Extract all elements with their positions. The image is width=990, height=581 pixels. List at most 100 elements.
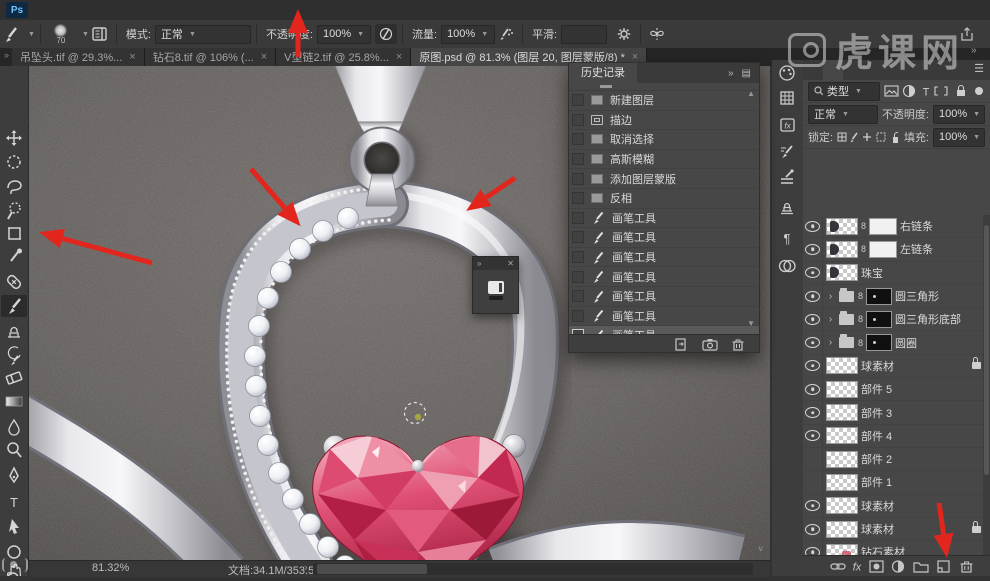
lock-pixels-icon[interactable] xyxy=(850,132,858,143)
layer-row[interactable]: 球素材 xyxy=(803,517,990,542)
history-state-row[interactable]: 取消选择 xyxy=(569,130,759,150)
menu-item[interactable] xyxy=(198,0,216,20)
history-source-checkbox[interactable] xyxy=(572,133,584,146)
history-state-row[interactable]: 描边 xyxy=(569,111,759,131)
layer-row[interactable]: › 圆三角形底部 xyxy=(803,308,990,332)
visibility-toggle[interactable] xyxy=(803,238,823,261)
panel-menu-icon[interactable]: ☰ xyxy=(968,60,990,80)
layer-row[interactable]: 部件 2 xyxy=(803,447,990,472)
opacity-select[interactable]: 100% ▼ xyxy=(317,24,371,44)
move-tool-icon[interactable] xyxy=(6,130,22,146)
marquee-tool-icon[interactable] xyxy=(7,155,21,169)
visibility-toggle[interactable] xyxy=(803,494,823,517)
filter-adjustment-layers-icon[interactable] xyxy=(903,84,916,98)
panel-collapse-icon[interactable]: » xyxy=(728,68,734,79)
visibility-toggle[interactable] xyxy=(803,541,823,556)
symmetry-icon[interactable] xyxy=(646,24,668,44)
horizontal-scrollbar[interactable] xyxy=(313,563,753,575)
lock-position-icon[interactable] xyxy=(863,133,872,141)
toggle-brush-panel-icon[interactable] xyxy=(89,24,111,44)
menu-item[interactable] xyxy=(144,0,162,20)
dock-collapse-icon[interactable]: » xyxy=(971,45,977,56)
smoothing-field[interactable] xyxy=(561,24,608,44)
zoom-level[interactable]: 81.32% xyxy=(92,562,129,574)
scroll-up-icon[interactable]: ▲ xyxy=(747,89,755,98)
layer-name[interactable]: 圆三角形底部 xyxy=(895,311,961,327)
quick-select-tool-icon[interactable] xyxy=(7,202,21,220)
history-source-checkbox[interactable] xyxy=(572,309,584,322)
lasso-tool-icon[interactable] xyxy=(7,180,22,195)
menu-item[interactable] xyxy=(90,0,108,20)
menu-item[interactable] xyxy=(72,0,90,20)
gradient-tool-icon[interactable] xyxy=(5,396,23,407)
mask-link-icon[interactable] xyxy=(861,243,866,255)
panel-thumbnail-icon[interactable] xyxy=(487,280,504,294)
blend-mode-select[interactable]: 正常 ▼ xyxy=(154,24,251,44)
history-panel-tab[interactable]: 历史记录 xyxy=(569,63,637,83)
layer-mask-thumbnail[interactable] xyxy=(866,287,893,305)
expand-arrow-icon[interactable]: › xyxy=(826,291,835,302)
layer-blend-mode-select[interactable]: 正常 ▼ xyxy=(808,104,878,124)
delete-state-icon[interactable] xyxy=(731,337,745,351)
layer-thumbnail[interactable] xyxy=(826,380,858,398)
history-source-checkbox[interactable] xyxy=(572,172,584,185)
layer-name[interactable]: 球素材 xyxy=(861,498,894,514)
layer-row[interactable]: 钻石素材 xyxy=(803,541,990,556)
layer-row[interactable]: 球素材 xyxy=(803,494,990,518)
canvas-scroll-down-icon[interactable]: ˅ xyxy=(758,544,770,558)
menu-item[interactable] xyxy=(216,0,234,20)
layer-name[interactable]: 部件 3 xyxy=(861,405,892,421)
mask-link-icon[interactable] xyxy=(858,313,863,325)
layer-mask-thumbnail[interactable] xyxy=(866,334,893,352)
layer-name[interactable]: 球素材 xyxy=(861,358,894,374)
new-snapshot-icon[interactable] xyxy=(702,337,718,351)
layer-row[interactable]: 右链条 xyxy=(803,215,990,239)
layer-row[interactable]: 部件 1 xyxy=(803,471,990,495)
crop-tool-icon[interactable] xyxy=(8,227,21,240)
close-icon[interactable]: ✕ xyxy=(507,259,514,268)
visibility-toggle[interactable] xyxy=(803,354,823,378)
layer-thumbnail[interactable] xyxy=(826,404,858,422)
eyedropper-tool-icon[interactable] xyxy=(10,248,22,262)
healing-brush-tool-icon[interactable] xyxy=(6,274,22,290)
mask-link-icon[interactable] xyxy=(861,220,866,232)
brush-settings-panel-icon[interactable] xyxy=(781,145,793,159)
tab-close-icon[interactable]: × xyxy=(261,51,267,63)
visibility-toggle[interactable] xyxy=(803,215,823,238)
layer-thumbnail[interactable] xyxy=(826,357,858,375)
link-layers-icon[interactable] xyxy=(830,563,846,570)
history-source-checkbox[interactable] xyxy=(572,290,584,303)
history-state-row[interactable]: 画笔工具 xyxy=(569,287,759,307)
scrollbar-thumb[interactable] xyxy=(317,564,427,574)
expand-arrow-icon[interactable]: › xyxy=(826,314,835,325)
dodge-tool-icon[interactable] xyxy=(7,442,22,458)
history-state-row[interactable]: 添加图层蒙版 xyxy=(569,169,759,189)
tab-close-icon[interactable]: × xyxy=(396,51,402,63)
pen-tool-icon[interactable] xyxy=(9,466,19,484)
document-tab[interactable]: V型链2.tif @ 25.8%... × xyxy=(276,48,412,66)
layer-name[interactable]: 部件 2 xyxy=(861,451,892,467)
layer-name[interactable]: 右链条 xyxy=(900,218,933,234)
panel-tab[interactable] xyxy=(843,60,863,80)
adjustment-layer-icon[interactable] xyxy=(891,560,905,573)
eraser-tool-icon[interactable] xyxy=(5,371,23,385)
add-mask-icon[interactable] xyxy=(869,560,884,573)
layer-row[interactable]: › 圆三角形 xyxy=(803,284,990,309)
libraries-panel-icon[interactable] xyxy=(778,259,796,273)
layer-name[interactable]: 部件 1 xyxy=(861,474,892,490)
new-group-icon[interactable] xyxy=(913,562,929,573)
layer-mask-thumbnail[interactable] xyxy=(869,217,898,235)
layer-row[interactable]: 珠宝 xyxy=(803,261,990,285)
scroll-down-icon[interactable]: ▼ xyxy=(747,319,755,328)
status-expand-icon[interactable]: › xyxy=(304,562,308,574)
layer-row[interactable]: 部件 3 xyxy=(803,401,990,425)
layer-name[interactable]: 部件 5 xyxy=(861,381,892,397)
layer-name[interactable]: 球素材 xyxy=(861,521,894,537)
layer-name[interactable]: 圆三角形 xyxy=(895,288,939,304)
filter-type-layers-icon[interactable]: T xyxy=(923,87,930,99)
pressure-opacity-icon[interactable] xyxy=(375,24,397,44)
layer-row[interactable]: 左链条 xyxy=(803,238,990,262)
chevron-down-icon[interactable]: ▼ xyxy=(28,31,35,38)
color-panel-icon[interactable] xyxy=(779,65,795,81)
menu-item[interactable] xyxy=(162,0,180,20)
